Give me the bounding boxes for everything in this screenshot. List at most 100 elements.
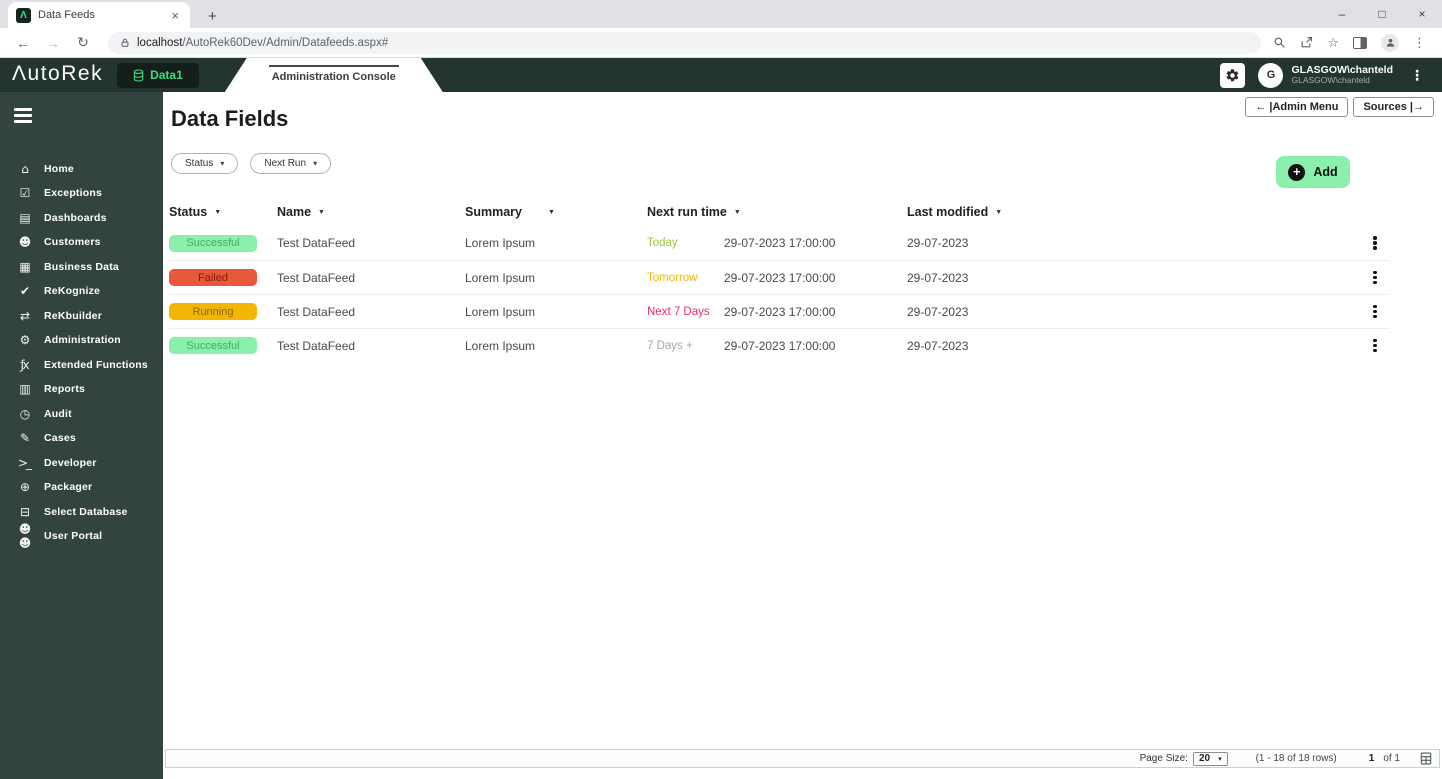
status-cell: Failed [169,269,277,286]
status-badge: Successful [169,337,257,354]
sidebar-item-administration[interactable]: ⚙ Administration [0,328,163,353]
current-page-input[interactable]: 1 [1369,753,1375,764]
next-run-filter-button[interactable]: Next Run ▾ [250,153,331,174]
select-database-icon: ⊟ [14,505,34,519]
table-row: Running Test DataFeed Lorem Ipsum Next 7… [169,294,1390,328]
select-chevron-icon: ▾ [1218,755,1222,763]
side-panel-icon[interactable] [1353,37,1367,49]
sidebar: ⌂ Home ☑ Exceptions ▤ Dashboards ☻ Custo… [0,92,163,779]
sort-filter-icon[interactable]: ▼ [734,209,741,216]
user-menu[interactable]: G GLASGOW\chanteld GLASGOW\chanteld [1258,63,1393,88]
sidebar-item-reports[interactable]: ▥ Reports [0,377,163,402]
page-size-value: 20 [1199,753,1210,764]
url-bar[interactable]: localhost/AutoRek60Dev/Admin/Datafeeds.a… [108,32,1261,54]
browser-action-icons: ☆ ⋮ [1273,34,1432,52]
sidebar-item-label: Packager [44,481,92,493]
plus-icon: + [1288,164,1305,181]
settings-button[interactable] [1220,63,1245,88]
sidebar-item-developer[interactable]: >_ Developer [0,451,163,476]
sidebar-item-cases[interactable]: ✎ Cases [0,426,163,451]
profile-avatar-icon[interactable] [1381,34,1399,52]
column-header-summary[interactable]: Summary ▼ [465,205,647,219]
sort-filter-icon[interactable]: ▼ [995,209,1002,216]
hamburger-menu-icon[interactable] [14,108,32,123]
sidebar-item-label: ReKbuilder [44,310,102,322]
sidebar-item-dashboards[interactable]: ▤ Dashboards [0,206,163,231]
column-header-name[interactable]: Name ▼ [277,205,465,219]
header-overflow-menu-icon[interactable]: ⋮ [1406,67,1428,84]
sidebar-item-label: Dashboards [44,212,107,224]
bookmark-star-icon[interactable]: ☆ [1327,35,1339,51]
maximize-icon[interactable]: □ [1362,0,1402,28]
tab-administration-console[interactable]: Administration Console [225,58,443,92]
sort-filter-icon[interactable]: ▼ [318,209,325,216]
autorek-logo: ΛutoRek [0,62,117,88]
forward-icon[interactable]: → [40,35,66,51]
sidebar-item-label: Extended Functions [44,359,148,371]
sidebar-item-select-database[interactable]: ⊟ Select Database [0,500,163,525]
sidebar-item-extended-functions[interactable]: ƒx Extended Functions [0,353,163,378]
url-text: localhost/AutoRek60Dev/Admin/Datafeeds.a… [137,37,388,49]
export-table-icon[interactable] [1420,752,1432,765]
sources-button[interactable]: Sources |→ [1353,97,1434,117]
sidebar-item-home[interactable]: ⌂ Home [0,157,163,182]
status-filter-label: Status [185,158,213,169]
close-window-icon[interactable]: × [1402,0,1442,28]
sidebar-item-customers[interactable]: ☻ Customers [0,230,163,255]
url-host: localhost [137,37,182,49]
layout: ⌂ Home ☑ Exceptions ▤ Dashboards ☻ Custo… [0,92,1442,779]
status-cell: Successful [169,337,277,354]
sidebar-item-label: Audit [44,408,72,420]
column-header-status[interactable]: Status ▼ [169,205,277,219]
add-button[interactable]: + Add [1276,156,1350,188]
back-icon[interactable]: ← [10,35,36,51]
sidebar-item-label: Business Data [44,261,119,273]
sidebar-item-audit[interactable]: ◷ Audit [0,402,163,427]
column-header-last-modified[interactable]: Last modified ▼ [907,205,1360,219]
sidebar-item-business-data[interactable]: ▦ Business Data [0,255,163,280]
next-run-label-cell: Today [647,237,724,249]
minimize-icon[interactable]: – [1322,0,1362,28]
sidebar-item-user-portal[interactable]: ☻☻ User Portal [0,524,163,549]
table-body: Successful Test DataFeed Lorem Ipsum Tod… [169,226,1390,362]
database-name: Data1 [150,68,183,82]
header-right: G GLASGOW\chanteld GLASGOW\chanteld ⋮ [1220,63,1442,88]
sidebar-item-packager[interactable]: ⊕ Packager [0,475,163,500]
summary-cell: Lorem Ipsum [465,236,647,250]
sidebar-item-exceptions[interactable]: ☑ Exceptions [0,181,163,206]
administration-icon: ⚙ [14,333,34,347]
browser-tab[interactable]: Λ Data Feeds × [8,2,190,28]
reload-icon[interactable]: ↻ [70,34,96,51]
search-icon[interactable] [1273,36,1286,49]
table-row: Successful Test DataFeed Lorem Ipsum 7 D… [169,328,1390,362]
new-tab-icon[interactable]: + [202,8,223,28]
sidebar-item-rekognize[interactable]: ✔ ReKognize [0,279,163,304]
database-selector[interactable]: Data1 [117,63,199,88]
row-menu-icon[interactable] [1360,232,1390,254]
status-badge: Running [169,303,257,320]
sort-filter-icon[interactable]: ▼ [548,209,555,216]
dashboards-icon: ▤ [14,211,34,225]
next-run-time-cell: 29-07-2023 17:00:00 [724,339,907,353]
row-menu-icon[interactable] [1360,267,1390,289]
browser-menu-icon[interactable]: ⋮ [1413,35,1426,51]
sort-filter-icon[interactable]: ▼ [214,209,221,216]
column-header-next-run-time[interactable]: Next run time ▼ [647,205,907,219]
page-count-text: of 1 [1383,753,1400,764]
user-account-name: GLASGOW\chanteld [1291,76,1393,86]
next-run-label-cell: 7 Days + [647,340,724,352]
summary-cell: Lorem Ipsum [465,339,647,353]
page-size-select[interactable]: 20 ▾ [1193,752,1228,766]
tab-close-icon[interactable]: × [168,8,182,23]
sidebar-item-rekbuilder[interactable]: ⇄ ReKbuilder [0,304,163,329]
admin-menu-button[interactable]: ← |Admin Menu [1245,97,1348,117]
row-menu-icon[interactable] [1360,335,1390,357]
status-filter-button[interactable]: Status ▾ [171,153,238,174]
row-menu-icon[interactable] [1360,301,1390,323]
app-header: ΛutoRek Data1 Administration Console G G… [0,58,1442,92]
table-row: Failed Test DataFeed Lorem Ipsum Tomorro… [169,260,1390,294]
last-modified-cell: 29-07-2023 [907,305,1360,319]
column-header-label: Status [169,205,207,219]
feed-name-cell: Test DataFeed [277,339,465,353]
share-icon[interactable] [1300,36,1313,49]
